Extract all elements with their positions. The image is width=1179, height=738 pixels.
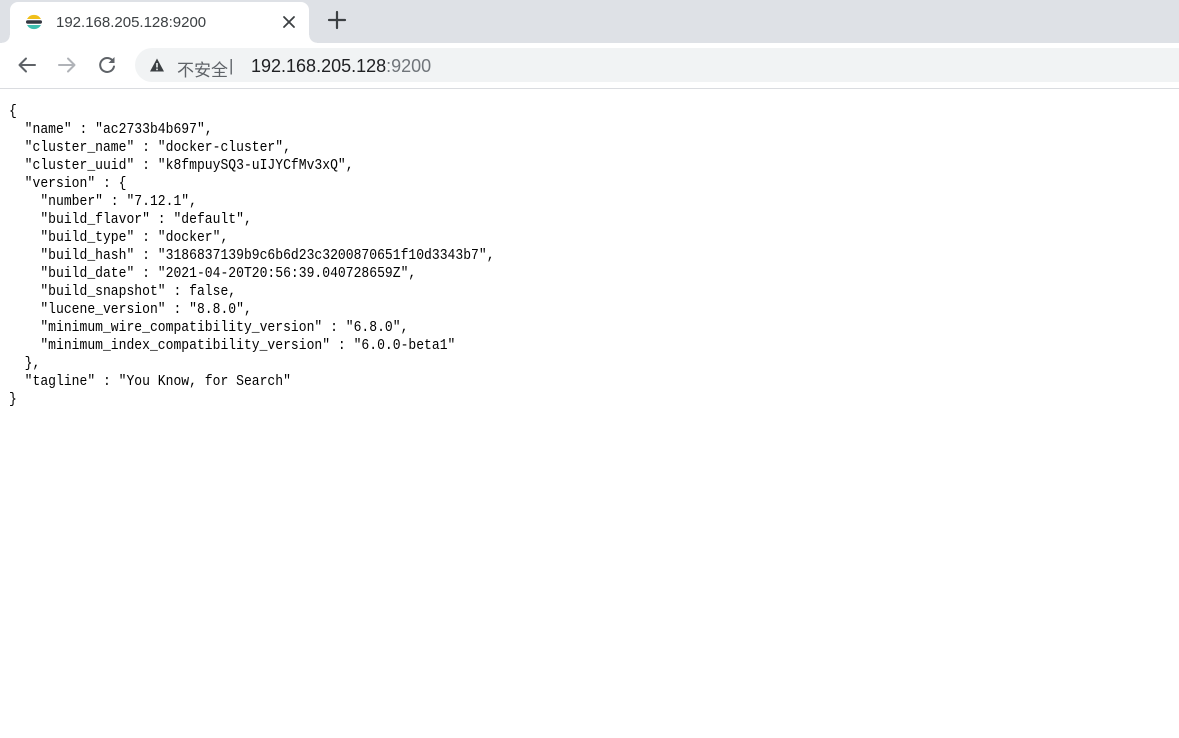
- security-warning-label[interactable]: 不安全: [177, 56, 228, 81]
- forward-arrow-icon[interactable]: [56, 54, 78, 76]
- tab-active[interactable]: 192.168.205.128:9200: [2, 2, 317, 43]
- security-separator: |: [229, 56, 234, 75]
- json-response-body: { "name" : "ac2733b4b697", "cluster_name…: [9, 104, 495, 408]
- new-tab-plus-icon[interactable]: [326, 9, 348, 31]
- address-bar[interactable]: 不安全 | 192.168.205.128:9200: [135, 48, 1179, 82]
- url-text[interactable]: 192.168.205.128:9200: [251, 56, 431, 77]
- back-arrow-icon[interactable]: [16, 54, 38, 76]
- elasticsearch-icon: [24, 12, 44, 32]
- url-port: :9200: [386, 56, 432, 76]
- browser-toolbar: 不安全 | 192.168.205.128:9200: [0, 43, 1179, 89]
- reload-icon[interactable]: [96, 54, 118, 76]
- url-host: 192.168.205.128: [251, 56, 387, 76]
- close-icon[interactable]: [279, 12, 299, 32]
- warning-triangle-icon[interactable]: [149, 57, 165, 73]
- tab-title: 192.168.205.128:9200: [56, 14, 207, 31]
- tab-strip: 192.168.205.128:9200: [0, 0, 1179, 43]
